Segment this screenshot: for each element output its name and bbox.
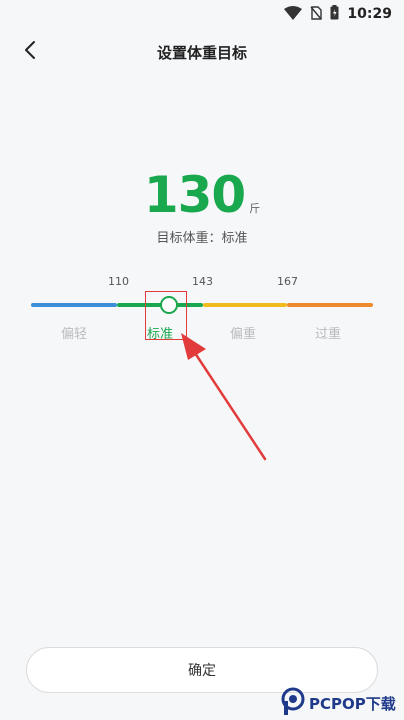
pcpop-logo-icon — [281, 687, 305, 719]
watermark-text: PCPOP下载 — [309, 694, 396, 713]
annotation-arrow — [181, 333, 267, 461]
watermark: PCPOP下载 — [281, 686, 396, 720]
